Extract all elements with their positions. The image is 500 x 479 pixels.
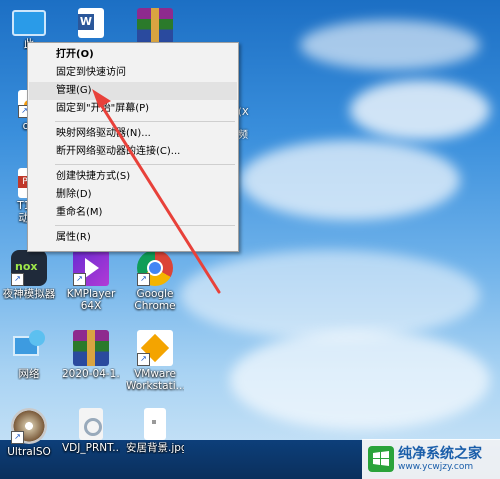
annotation-arrow [92, 89, 221, 294]
windows-logo-icon [368, 446, 394, 472]
watermark-title: 纯净系统之家 [398, 446, 482, 462]
watermark-url: www.ycwjzy.com [398, 462, 474, 472]
watermark: 纯净系统之家 www.ycwjzy.com [362, 439, 500, 479]
